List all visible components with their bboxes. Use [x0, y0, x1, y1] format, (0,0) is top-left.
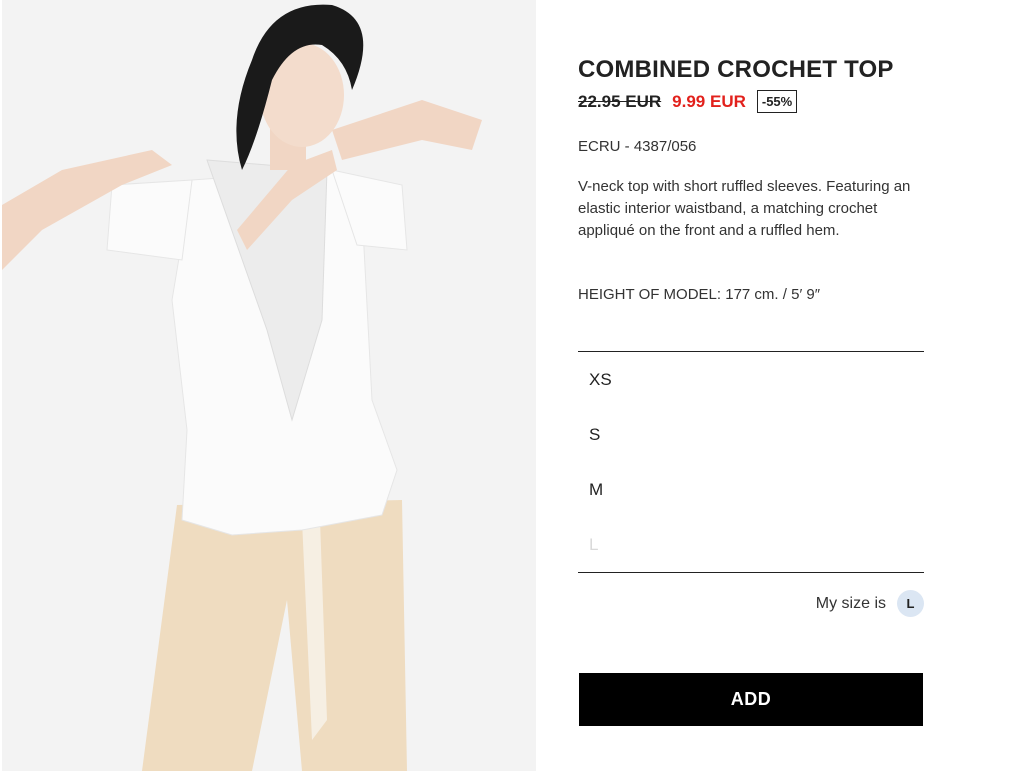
product-title: COMBINED CROCHET TOP — [578, 56, 894, 83]
size-option-xs[interactable]: XS — [578, 352, 924, 407]
model-photo-icon — [2, 0, 536, 771]
old-price: 22.95 EUR — [578, 91, 662, 111]
discount-badge: -55% — [756, 90, 798, 113]
size-option-m[interactable]: M — [578, 462, 924, 517]
size-option-l: L — [589, 534, 599, 554]
size-option-s[interactable]: S — [578, 407, 924, 462]
my-size-badge[interactable]: L — [897, 590, 924, 617]
model-height: HEIGHT OF MODEL: 177 cm. / 5′ 9″ — [578, 286, 821, 303]
size-selector: XS S M L — [578, 351, 924, 573]
product-page: COMBINED CROCHET TOP 22.95 EUR 9.99 EUR … — [0, 0, 1024, 771]
my-size[interactable]: My size is L — [816, 590, 924, 617]
price-row: 22.95 EUR 9.99 EUR -55% — [578, 90, 798, 113]
product-image — [2, 0, 536, 771]
product-description: V-neck top with short ruffled sleeves. F… — [578, 178, 911, 239]
product-info-panel: COMBINED CROCHET TOP 22.95 EUR 9.99 EUR … — [578, 0, 924, 771]
product-reference: ECRU - 4387/056 — [578, 138, 697, 155]
sale-price: 9.99 EUR — [672, 91, 746, 111]
my-size-label: My size is — [815, 594, 886, 612]
add-to-cart-button[interactable]: ADD — [579, 673, 923, 726]
